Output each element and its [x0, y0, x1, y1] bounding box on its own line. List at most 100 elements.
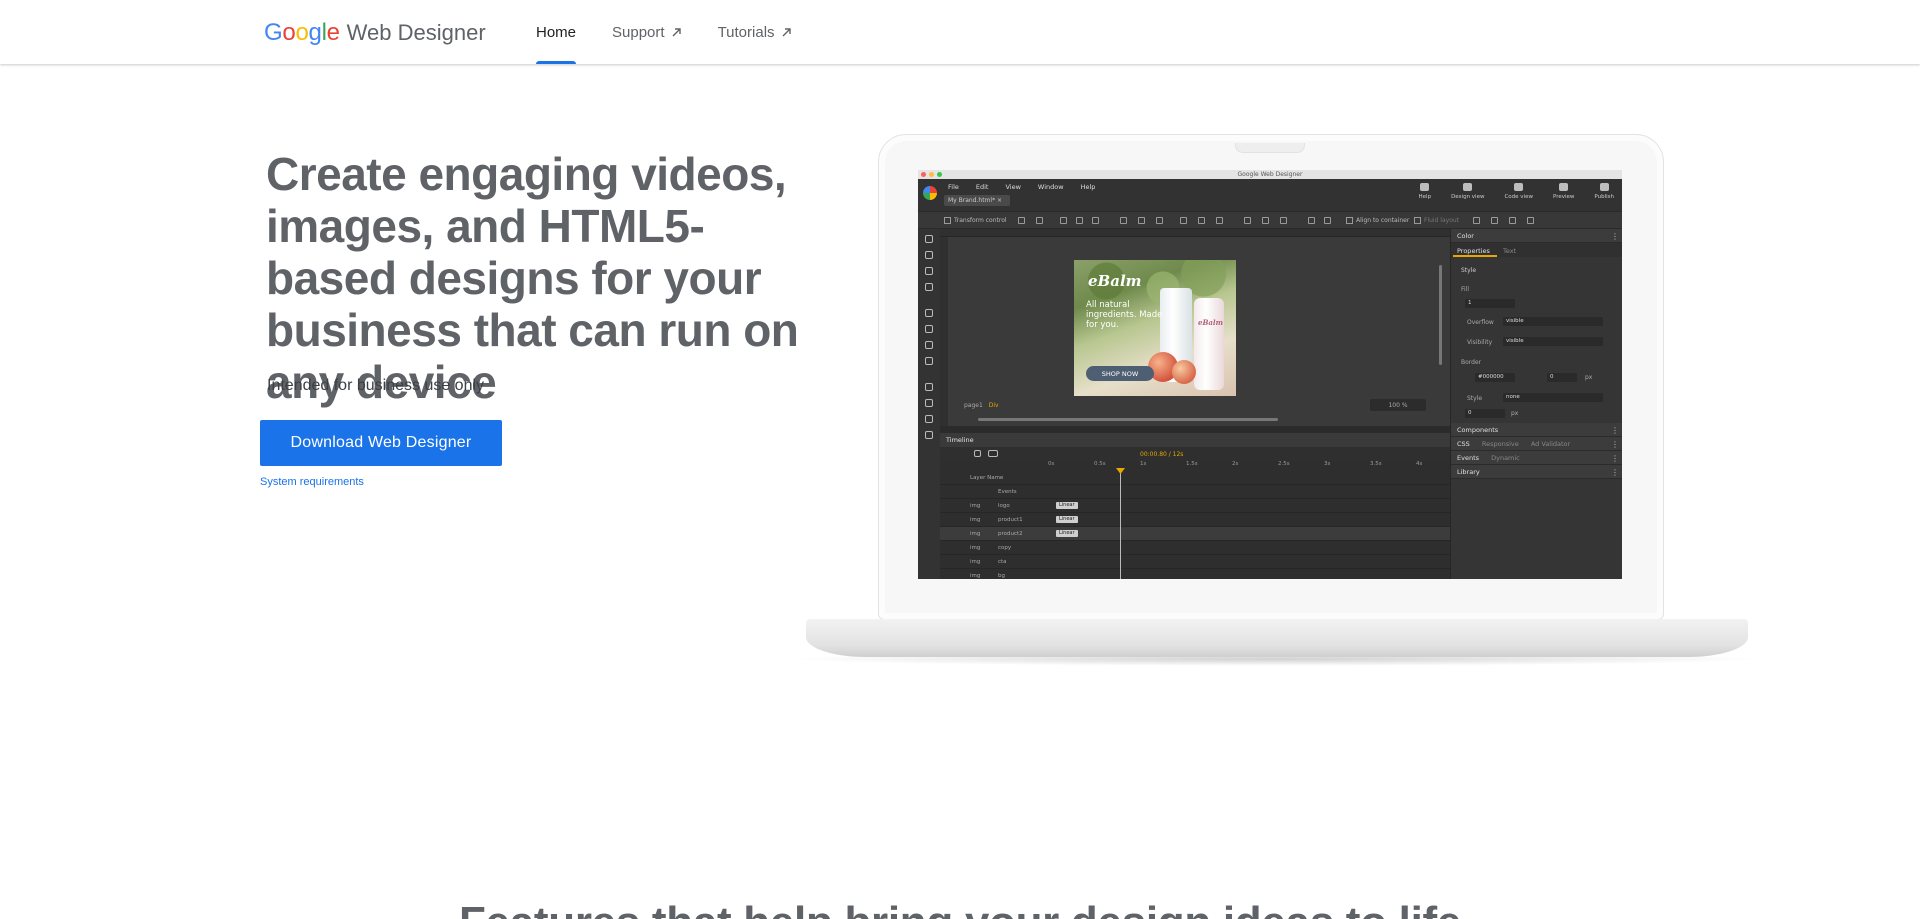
vertical-ruler: [940, 237, 948, 426]
align-right-icon: [1092, 217, 1099, 224]
ad-bottle-label: eBalm: [1198, 318, 1223, 327]
border-label: Border: [1461, 359, 1482, 366]
nav-support[interactable]: Support: [612, 0, 682, 64]
events-panel-header: Events Dynamic ⋮: [1451, 451, 1622, 465]
3d-rotation-tool-icon: [925, 267, 933, 275]
properties-tabs: Properties Text: [1451, 243, 1622, 257]
overflow-select: visible: [1503, 317, 1603, 326]
preview-tool: Preview: [1553, 183, 1574, 200]
system-requirements-link[interactable]: System requirements: [260, 476, 364, 488]
menu-file: File: [948, 183, 959, 191]
ad-shop-now-button: SHOP NOW: [1086, 366, 1154, 381]
tab-properties: Properties: [1457, 247, 1490, 255]
align-top-icon: [1120, 217, 1127, 224]
app-menubar: File Edit View Window Help My Brand.html…: [918, 179, 1622, 211]
page-selector-label: page1: [964, 402, 983, 409]
document-tab: My Brand.html* ×: [944, 195, 1010, 206]
google-web-designer-logo[interactable]: Google Web Designer: [264, 19, 486, 47]
layer-type: img: [970, 559, 981, 565]
nav-tutorials[interactable]: Tutorials: [718, 0, 792, 64]
hand-tool-icon: [925, 399, 933, 407]
ruler-tick: 4s: [1416, 461, 1423, 467]
fluid-layout-label: Fluid layout: [1424, 217, 1460, 224]
top-header: Google Web Designer Home Support Tutoria…: [0, 0, 1920, 64]
align-left-icon: [1060, 217, 1067, 224]
code-view-tool: Code view: [1504, 183, 1533, 200]
css-tab: CSS: [1457, 440, 1470, 448]
events-row-label: Events: [998, 489, 1017, 495]
ad-brand: eBalm: [1088, 272, 1142, 290]
external-link-icon: [671, 27, 682, 38]
nav-home[interactable]: Home: [536, 0, 577, 64]
distribute-center-icon: [1262, 217, 1269, 224]
transform-control-checkbox: [944, 217, 951, 224]
library-panel-header: Library ⋮: [1451, 465, 1622, 479]
nav-tutorials-label: Tutorials: [717, 23, 775, 41]
properties-panel: Color ⋮ Properties Text Style Fill 1 Over…: [1450, 229, 1622, 579]
layer-type: img: [970, 573, 981, 579]
distribute-top-icon: [1180, 217, 1187, 224]
fill-label: Fill: [1461, 286, 1470, 293]
align-middle-icon: [1138, 217, 1145, 224]
responsive-tab: Responsive: [1481, 440, 1519, 448]
border-width-unit: px: [1585, 374, 1593, 381]
help-icon: [1420, 183, 1430, 191]
distribute-middle-icon: [1198, 217, 1205, 224]
color-panel-header: Color ⋮: [1451, 229, 1622, 243]
radius-unit: px: [1511, 410, 1519, 417]
layer-row: img copy: [940, 541, 1450, 555]
timeline-layers: Layer Name Events img logo Linear img produ…: [940, 471, 1450, 579]
fill-tool-icon: [925, 357, 933, 365]
page-selector: page1 Div: [964, 402, 999, 409]
menu-help: Help: [1080, 183, 1096, 191]
layout-icon: [1491, 217, 1498, 224]
layer-type: img: [970, 517, 981, 523]
design-view-label: Design view: [1451, 194, 1485, 200]
features-heading: Features that help bring your design ide…: [0, 898, 1920, 919]
tools-sidebar: [918, 229, 940, 579]
publish-icon: [1599, 183, 1609, 191]
text-tool-icon: [925, 341, 933, 349]
selection-tool-icon: [925, 235, 933, 243]
visibility-label: Visibility: [1467, 339, 1493, 346]
download-button[interactable]: Download Web Designer: [260, 420, 502, 466]
help-tool: Help: [1419, 183, 1431, 200]
border-color-field: #000000: [1475, 373, 1515, 382]
ebalm-ad-preview: eBalm eBalm All natural ingredients. Mad…: [1074, 260, 1236, 396]
code-view-label: Code view: [1504, 194, 1533, 200]
canvas-horizontal-scrollbar: [978, 418, 1278, 421]
color-panel-label: Color: [1457, 232, 1474, 240]
3d-rotate-icon: [1036, 217, 1043, 224]
publish-tool: Publish: [1594, 183, 1614, 200]
nav-support-label: Support: [612, 23, 665, 41]
loop-icon: [988, 450, 998, 457]
transform-icon: [1018, 217, 1025, 224]
layer-name: product1: [998, 517, 1023, 523]
menu-edit: Edit: [975, 183, 989, 191]
page-element-label: Div: [988, 402, 999, 409]
canvas-vertical-scrollbar: [1439, 265, 1442, 365]
size-height-icon: [1324, 217, 1331, 224]
transform-control-label: Transform control: [954, 217, 1007, 224]
layout-icon: [1473, 217, 1480, 224]
css-panel-header: CSS Responsive Ad Validator ⋮: [1451, 437, 1622, 451]
3d-translation-tool-icon: [925, 283, 933, 291]
align-to-container-label: Align to container: [1356, 217, 1410, 224]
crop-tool-icon: [925, 431, 933, 439]
web-designer-logo-icon: [923, 186, 937, 200]
preview-icon: [1559, 183, 1569, 191]
design-view-tool: Design view: [1451, 183, 1484, 200]
dynamic-tab: Dynamic: [1491, 454, 1520, 462]
ruler-tick: 3.5s: [1370, 461, 1382, 467]
ad-bottle-image: [1194, 298, 1224, 390]
layout-icon: [1527, 217, 1534, 224]
events-tab: Events: [1457, 454, 1480, 462]
laptop-camera-notch: [1235, 143, 1305, 153]
laptop-base: [806, 619, 1748, 657]
layer-type: img: [970, 545, 981, 551]
window-title: Google Web Designer: [1237, 171, 1303, 178]
more-icon: ⋮: [1611, 454, 1619, 463]
timeline-time: 00:00.80 / 12s: [1140, 451, 1184, 458]
border-style-label: Style: [1467, 395, 1483, 402]
ruler-tick: 0s: [1048, 461, 1055, 467]
